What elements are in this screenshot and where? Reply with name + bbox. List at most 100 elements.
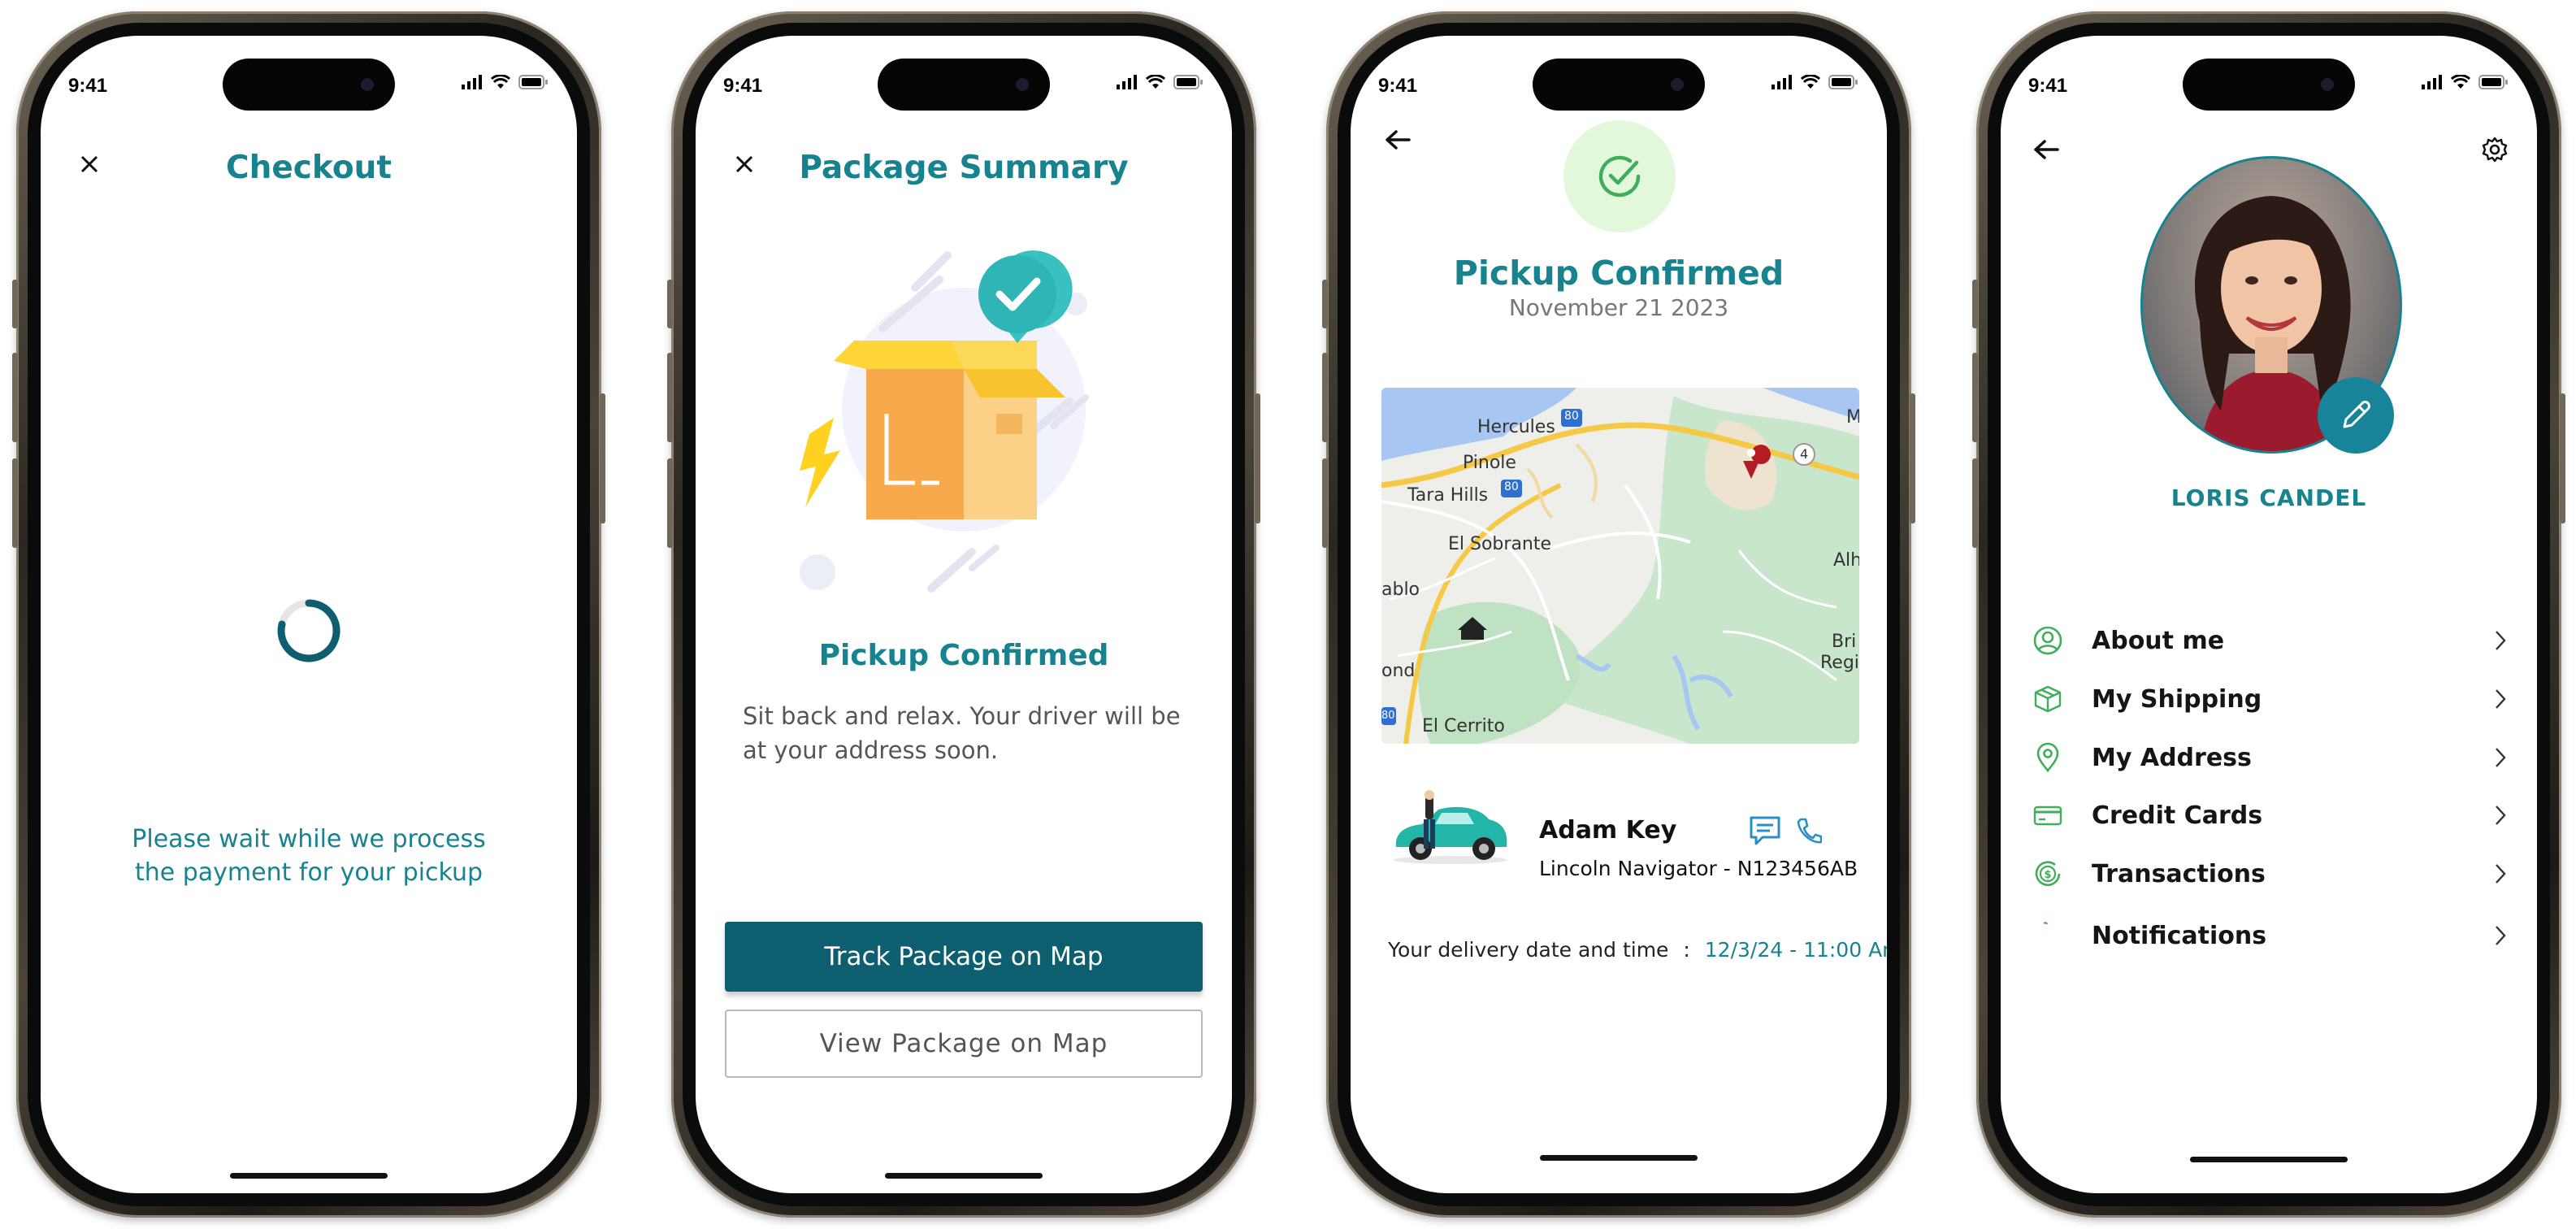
menu-item-my-address[interactable]: My Address: [2032, 733, 2513, 782]
message-driver-button[interactable]: [1746, 813, 1785, 849]
wifi-icon: [1801, 75, 1820, 89]
page-title: Checkout: [225, 150, 392, 186]
wifi-icon: [1146, 75, 1165, 89]
gear-icon: [2482, 137, 2508, 163]
map-label: ond: [1381, 661, 1416, 681]
chevron-right-icon: [2488, 919, 2513, 952]
profile-name: LORIS CANDEL: [2171, 484, 2367, 511]
home-indicator[interactable]: [885, 1173, 1043, 1179]
page-title: Pickup Confirmed: [1453, 254, 1785, 293]
status-time: 9:41: [68, 75, 108, 97]
pickup-date: November 21 2023: [1508, 294, 1729, 321]
driver-vehicle: Lincoln Navigator - N123456AB: [1539, 857, 1858, 880]
signal-icon: [462, 75, 482, 89]
pickup-confirmed-screen: 9:41 Pickup Confirmed November 21 2023 H…: [1351, 36, 1887, 1193]
status-icons: [1117, 75, 1203, 89]
phone-pickup-confirmed: 9:41 Pickup Confirmed November 21 2023 H…: [1322, 11, 1915, 1218]
chevron-right-icon: [2488, 683, 2513, 715]
chevron-right-icon: [2488, 799, 2513, 832]
chevron-right-icon: [2488, 741, 2513, 774]
confirmation-body: Sit back and relax. Your driver will be …: [743, 702, 1181, 764]
menu-item-about-me[interactable]: About me: [2032, 616, 2513, 665]
menu-item-notifications[interactable]: Notifications: [2032, 911, 2513, 960]
wifi-icon: [491, 75, 510, 89]
map-label: El Cerrito: [1422, 716, 1505, 736]
map-label: Alh: [1833, 550, 1859, 571]
dynamic-island: [878, 59, 1050, 111]
menu-item-transactions[interactable]: $ Transactions: [2032, 849, 2513, 898]
highway-shield: 4: [1800, 446, 1809, 462]
status-icons: [2422, 75, 2508, 89]
track-package-button[interactable]: Track Package on Map: [725, 922, 1203, 992]
menu-item-credit-cards[interactable]: Credit Cards: [2032, 791, 2513, 840]
map-label: Bri: [1832, 632, 1857, 652]
status-time: 9:41: [2028, 75, 2068, 97]
home-indicator[interactable]: [1540, 1155, 1698, 1161]
menu-item-label: About me: [2092, 626, 2225, 655]
dynamic-island: [1533, 59, 1705, 111]
delivery-separator: :: [1683, 938, 1690, 962]
check-circle-icon: [1598, 155, 1641, 198]
wifi-icon: [2451, 75, 2470, 89]
home-indicator[interactable]: [2190, 1157, 2348, 1162]
profile-screen: 9:41 LORIS CANDEL About me My Shipping M…: [2001, 36, 2537, 1193]
map-label: Tara Hills: [1407, 485, 1489, 506]
edit-avatar-button[interactable]: [2318, 377, 2394, 454]
highway-shield: 80: [1504, 480, 1519, 493]
back-button[interactable]: [2027, 133, 2066, 166]
highway-shield: 80: [1381, 710, 1395, 722]
menu-item-my-shipping[interactable]: My Shipping: [2032, 675, 2513, 723]
driver-name: Adam Key: [1539, 816, 1677, 845]
menu-item-label: Transactions: [2092, 859, 2266, 888]
box-icon: [2032, 683, 2064, 715]
arrow-left-icon: [1386, 130, 1411, 150]
chat-icon: [1750, 816, 1780, 845]
status-time: 9:41: [723, 75, 763, 97]
battery-icon: [1828, 75, 1858, 89]
processing-message-line1: Please wait while we process: [132, 825, 486, 853]
map-label: El Sobrante: [1448, 534, 1552, 554]
status-time: 9:41: [1378, 75, 1418, 97]
call-driver-button[interactable]: [1793, 813, 1825, 849]
view-package-button[interactable]: View Package on Map: [725, 1010, 1203, 1078]
credit-card-icon: [2032, 799, 2064, 832]
route-map[interactable]: Hercules Pinole Tara Hills El Sobrante a…: [1381, 388, 1859, 744]
delivery-info: Your delivery date and time : 12/3/24 - …: [1388, 938, 1887, 962]
chevron-right-icon: [2488, 858, 2513, 890]
map-label: Regio: [1820, 653, 1859, 673]
home-indicator[interactable]: [230, 1173, 388, 1179]
success-badge: [1563, 120, 1676, 232]
menu-item-label: Credit Cards: [2092, 801, 2263, 830]
back-button[interactable]: [1378, 124, 1417, 156]
dynamic-island: [2183, 59, 2355, 111]
confirmation-heading: Pickup Confirmed: [818, 639, 1109, 672]
signal-icon: [1117, 75, 1137, 89]
phone-profile: 9:41 LORIS CANDEL About me My Shipping M…: [1972, 11, 2565, 1218]
map-canvas: [1381, 388, 1859, 744]
package-confirmed-illustration: [800, 250, 1089, 593]
settings-button[interactable]: [2478, 133, 2511, 166]
dynamic-island: [223, 59, 395, 111]
page-title: Package Summary: [799, 150, 1129, 186]
phone-package-summary: 9:41 Package Summary Pickup Confirmed Si…: [667, 11, 1260, 1218]
battery-icon: [1173, 75, 1203, 89]
location-pin-icon: [2032, 741, 2064, 774]
phone-checkout: 9:41 Checkout Please wait while we proce…: [12, 11, 605, 1218]
pencil-icon: [2343, 401, 2370, 428]
map-label: Hercules: [1477, 417, 1555, 437]
delivery-label: Your delivery date and time: [1388, 938, 1669, 962]
phone-icon: [1797, 818, 1822, 844]
menu-item-label: Notifications: [2092, 921, 2267, 950]
dollar-coin-icon: $: [2032, 858, 2064, 890]
battery-icon: [518, 75, 548, 89]
processing-message: Please wait while we process the payment…: [89, 823, 528, 889]
arrow-left-icon: [2034, 140, 2059, 159]
signal-icon: [2422, 75, 2442, 89]
user-circle-icon: [2032, 624, 2064, 657]
map-label: ablo: [1381, 580, 1420, 600]
map-label: M: [1846, 407, 1859, 428]
loading-spinner: [277, 599, 340, 662]
processing-message-line2: the payment for your pickup: [134, 858, 484, 887]
checkout-screen: 9:41 Checkout Please wait while we proce…: [41, 36, 577, 1193]
bell-icon: [2032, 919, 2064, 952]
